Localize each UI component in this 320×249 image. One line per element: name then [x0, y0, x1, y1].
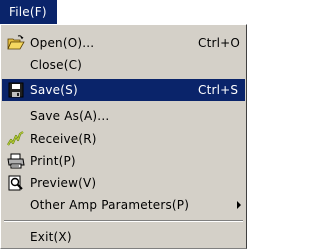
menu-item-label: Preview(V)	[30, 176, 97, 190]
menu-item-shortcut: Ctrl+O	[198, 36, 241, 50]
preview-magnifier-icon	[2, 172, 30, 194]
file-menu-title[interactable]: File(F)	[0, 0, 57, 24]
open-folder-icon	[2, 32, 30, 54]
save-disk-icon	[2, 79, 30, 101]
menu-item-close[interactable]: Close(C)	[2, 54, 245, 76]
menu-item-exit[interactable]: Exit(X)	[2, 226, 245, 248]
menu-item-shortcut: Ctrl+S	[198, 83, 239, 97]
menu-separator	[4, 220, 243, 222]
menu-item-print[interactable]: Print(P)	[2, 150, 245, 172]
menu-item-label: Close(C)	[30, 58, 83, 72]
menu-item-preview[interactable]: Preview(V)	[2, 172, 245, 194]
menu-item-label: Receive(R)	[30, 132, 97, 146]
menu-item-label: Exit(X)	[30, 230, 72, 244]
menu-item-save-as[interactable]: Save As(A)...	[2, 105, 245, 127]
menu-item-label: Print(P)	[30, 154, 76, 168]
menu-item-other-amp-parameters[interactable]: Other Amp Parameters(P)	[2, 194, 245, 216]
menu-item-label: Save As(A)...	[30, 109, 110, 123]
menu-item-label: Other Amp Parameters(P)	[30, 198, 190, 212]
receive-waveform-icon	[2, 128, 30, 150]
submenu-arrow-icon	[237, 201, 241, 209]
menu-item-save[interactable]: Save(S) Ctrl+S	[2, 79, 245, 101]
menu-item-receive[interactable]: Receive(R)	[2, 128, 245, 150]
menu-item-open[interactable]: Open(O)... Ctrl+O	[2, 32, 245, 54]
file-dropdown-menu: Open(O)... Ctrl+O Close(C) Save(S) Ctrl+…	[0, 24, 247, 249]
printer-icon	[2, 150, 30, 172]
